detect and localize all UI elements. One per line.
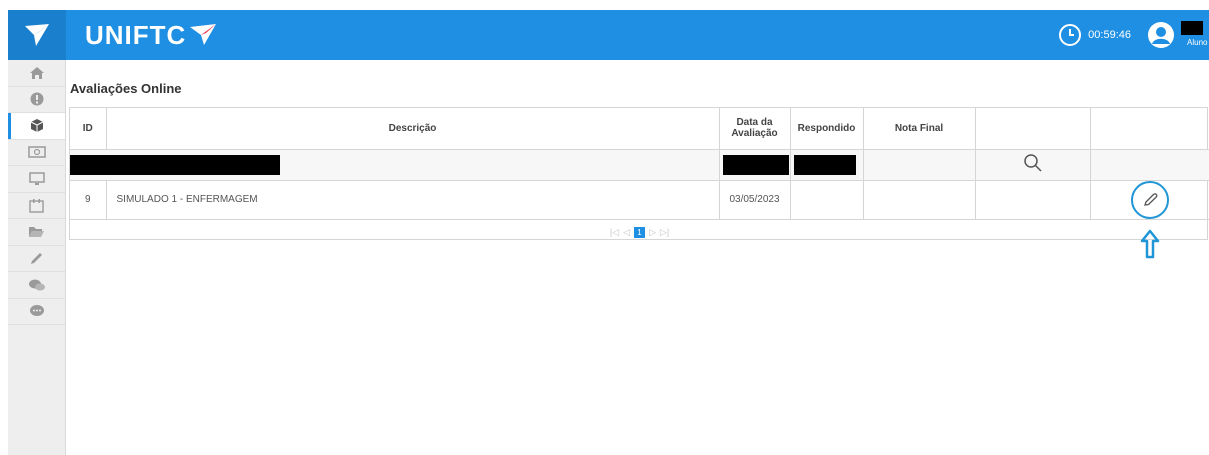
cell-nota: [863, 180, 976, 220]
alert-icon: [30, 92, 43, 106]
sidebar-item-home[interactable]: [8, 60, 65, 87]
filter-search-cell: [975, 149, 1091, 181]
pencil-icon: [1143, 192, 1158, 206]
main-content: Avaliações Online ID Descrição Data da A…: [66, 60, 1209, 455]
cell-descricao: SIMULADO 1 - ENFERMAGEM: [106, 180, 720, 220]
col-header-respondido[interactable]: Respondido: [790, 108, 864, 150]
filter-descricao-cell: [70, 149, 720, 181]
col-header-search: [975, 108, 1091, 150]
avaliacoes-grid: ID Descrição Data da Avaliação Respondid…: [69, 107, 1209, 240]
cube-icon: [30, 119, 43, 133]
table-row[interactable]: 9 SIMULADO 1 - ENFERMAGEM 03/05/2023: [70, 180, 1209, 220]
ftc-logo-icon: [25, 24, 49, 46]
sidebar-item-mensagens[interactable]: [8, 272, 65, 299]
col-header-actions: [1090, 108, 1209, 150]
sidebar-item-calendario[interactable]: [8, 193, 65, 219]
sidebar-item-editar[interactable]: [8, 246, 65, 272]
cell-id: 9: [70, 180, 107, 220]
sidebar-item-comentarios[interactable]: [8, 299, 65, 325]
col-header-data-line1: Data da: [736, 117, 773, 129]
header-right: 00:59:46 Aluno: [1058, 10, 1209, 60]
cell-empty: [975, 180, 1091, 220]
prev-page-icon[interactable]: ◁: [623, 227, 630, 238]
next-page-icon[interactable]: ▷: [649, 227, 656, 238]
user-avatar-icon[interactable]: [1147, 21, 1175, 49]
col-header-nota[interactable]: Nota Final: [863, 108, 976, 150]
col-header-id[interactable]: ID: [70, 108, 107, 150]
ftc-logo[interactable]: [8, 10, 66, 60]
col-header-data[interactable]: Data da Avaliação: [719, 108, 791, 150]
redacted-username: [1181, 21, 1203, 35]
filter-respondido-cell: [790, 149, 864, 181]
brand-logo[interactable]: UNIFTC: [85, 18, 218, 52]
first-page-icon[interactable]: |◁: [610, 227, 619, 238]
top-header: UNIFTC 00:59:46 Aluno: [8, 10, 1209, 60]
col-header-descricao[interactable]: Descrição: [106, 108, 720, 150]
filter-row: [70, 149, 1209, 181]
sidebar-item-arquivos[interactable]: [8, 219, 65, 246]
page-number-current[interactable]: 1: [634, 227, 645, 238]
folder-open-icon: [29, 227, 44, 238]
clock-icon: [1059, 24, 1082, 46]
pager-row: |◁ ◁ 1 ▷ ▷|: [70, 219, 1209, 246]
pager: |◁ ◁ 1 ▷ ▷|: [70, 220, 1209, 246]
user-role: Aluno: [1187, 37, 1208, 47]
sidebar-item-financeiro[interactable]: [8, 140, 65, 166]
up-arrow-annotation-icon: [1140, 229, 1160, 259]
search-icon[interactable]: [1023, 153, 1043, 173]
filter-data-input[interactable]: [722, 154, 789, 175]
monitor-icon: [28, 172, 45, 185]
sidebar: [8, 60, 66, 455]
filter-respondido-input[interactable]: [793, 154, 856, 175]
header-row: ID Descrição Data da Avaliação Respondid…: [70, 108, 1209, 150]
cell-respondido: [790, 180, 864, 220]
col-header-data-line2: Avaliação: [731, 128, 778, 140]
filter-actions-cell: [1090, 149, 1209, 181]
money-icon: [27, 146, 46, 158]
edit-button[interactable]: [1130, 180, 1169, 219]
filter-nota-cell: [863, 149, 976, 181]
cell-actions: [1090, 180, 1209, 220]
sidebar-item-avaliacoes[interactable]: [8, 113, 65, 140]
last-page-icon[interactable]: ▷|: [660, 227, 669, 238]
sidebar-item-monitor[interactable]: [8, 166, 65, 193]
pencil-icon: [31, 252, 42, 264]
chat-bubbles-icon: [28, 279, 45, 291]
page-title: Avaliações Online: [70, 81, 182, 96]
home-icon: [29, 66, 44, 79]
comment-dots-icon: [29, 305, 44, 317]
filter-data-cell: [719, 149, 791, 181]
filter-descricao-input[interactable]: [70, 154, 280, 175]
cell-data: 03/05/2023: [719, 180, 791, 220]
calendar-icon: [29, 198, 44, 213]
sidebar-item-alerts[interactable]: [8, 87, 65, 113]
avaliacoes-table: ID Descrição Data da Avaliação Respondid…: [70, 108, 1209, 246]
brand-text: UNIFTC: [85, 19, 187, 50]
session-timer: 00:59:46: [1088, 29, 1131, 41]
brand-mark-icon: [190, 24, 217, 45]
